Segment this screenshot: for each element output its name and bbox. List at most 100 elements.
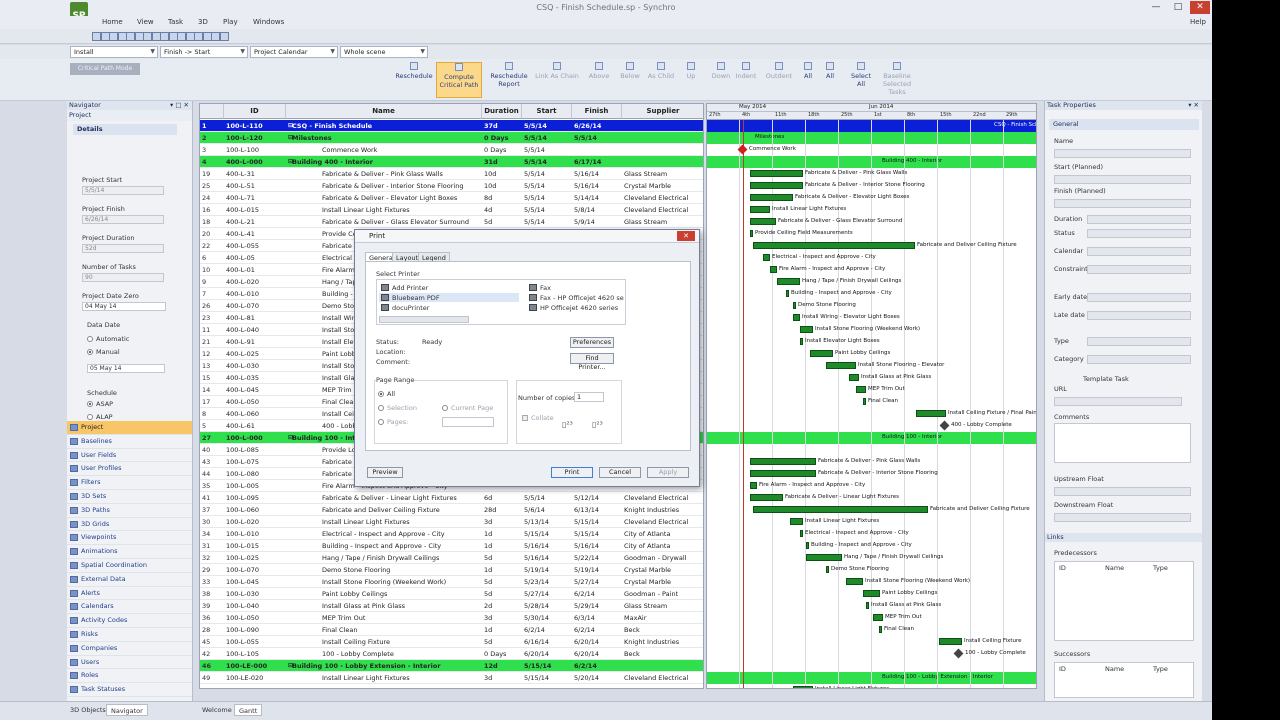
task-bar[interactable]: [753, 242, 915, 249]
collapse-icon[interactable]: ⊟: [288, 120, 294, 132]
collate-checkbox[interactable]: [522, 415, 528, 421]
task-type-combo[interactable]: Install ▼: [70, 46, 158, 58]
asap-radio[interactable]: [87, 401, 93, 407]
tab-gantt[interactable]: Gantt: [234, 704, 263, 716]
scene-combo[interactable]: Whole scene ▼: [340, 46, 428, 58]
table-row[interactable]: 16 400-L-015 Install Linear Light Fixtures…: [200, 204, 703, 216]
url-field[interactable]: [1054, 397, 1182, 406]
ribbon-button-compute-critical-path[interactable]: Compute Critical Path: [436, 62, 482, 98]
ribbon-button-up[interactable]: Up: [678, 62, 704, 98]
task-bar[interactable]: [879, 626, 882, 633]
navigator-item-roles[interactable]: Roles: [67, 669, 192, 684]
table-row[interactable]: 41 100-L-095 Fabricate & Deliver - Linear …: [200, 492, 703, 504]
task-bar[interactable]: [849, 374, 859, 381]
printer-list[interactable]: Add Printer Bluebeam PDF docuPrinter Fax…: [376, 279, 626, 325]
close-icon[interactable]: ✕: [677, 231, 695, 241]
automatic-radio[interactable]: [87, 336, 93, 342]
link-type-combo[interactable]: Finish -> Start ▼: [160, 46, 248, 58]
selection-radio[interactable]: [378, 405, 384, 411]
prop-field-status[interactable]: [1087, 229, 1191, 238]
navigator-item-filters[interactable]: Filters: [67, 476, 192, 490]
task-bar[interactable]: [826, 566, 829, 573]
ribbon-button-reschedule-report[interactable]: Reschedule Report: [488, 62, 530, 98]
navigator-item-baselines[interactable]: Baselines: [67, 435, 192, 449]
preview-button[interactable]: Preview: [367, 467, 403, 478]
table-row[interactable]: 39 100-L-040 Install Glass at Pink Glass 2d…: [200, 600, 703, 612]
navigator-item-3d-grids[interactable]: 3D Grids: [67, 518, 192, 532]
ribbon-button-above[interactable]: Above: [585, 62, 613, 98]
collapse-icon[interactable]: ⊟: [288, 660, 294, 672]
printer-list-scrollbar[interactable]: [379, 316, 469, 323]
task-bar[interactable]: [916, 410, 946, 417]
pin-icon[interactable]: ▾ □ ✕: [170, 101, 192, 110]
cancel-button[interactable]: Cancel: [599, 467, 641, 478]
task-bar[interactable]: [846, 578, 863, 585]
table-row[interactable]: 33 100-L-045 Install Stone Flooring (Weeke…: [200, 576, 703, 588]
task-bar[interactable]: [826, 362, 856, 369]
ribbon-button-all[interactable]: All: [800, 62, 816, 98]
milestone-diamond[interactable]: [953, 648, 964, 659]
comments-field[interactable]: [1054, 423, 1191, 463]
table-row[interactable]: 19 400-L-31 Fabricate & Deliver - Pink Gla…: [200, 168, 703, 180]
maximize-icon[interactable]: □: [1168, 1, 1188, 14]
printer-fax[interactable]: Fax: [540, 284, 551, 292]
milestone-diamond[interactable]: [939, 420, 950, 431]
ribbon-button-below[interactable]: Below: [616, 62, 644, 98]
task-bar[interactable]: [873, 614, 883, 621]
column-header-finish[interactable]: Finish: [572, 104, 622, 119]
table-row[interactable]: 18 400-L-21 Fabricate & Deliver - Glass El…: [200, 216, 703, 228]
details-header[interactable]: Details: [73, 124, 177, 135]
navigator-item-risks[interactable]: Risks: [67, 628, 192, 642]
ribbon-button-all[interactable]: All: [822, 62, 838, 98]
predecessors-table[interactable]: ID Name Type: [1054, 561, 1194, 641]
task-bar[interactable]: [750, 494, 783, 501]
pages-radio[interactable]: [378, 419, 384, 425]
properties-general-header[interactable]: General: [1049, 119, 1199, 130]
printer-bluebeam[interactable]: Bluebeam PDF: [392, 294, 440, 302]
calendar-combo[interactable]: Project Calendar ▼: [250, 46, 338, 58]
task-bar[interactable]: [790, 518, 803, 525]
menu-home[interactable]: Home: [102, 16, 123, 29]
table-row[interactable]: 24 400-L-71 Fabricate & Deliver - Elevator…: [200, 192, 703, 204]
menu-play[interactable]: Play: [223, 16, 238, 29]
task-bar[interactable]: [866, 602, 869, 609]
task-bar[interactable]: [810, 350, 833, 357]
task-bar[interactable]: [750, 458, 816, 465]
task-bar[interactable]: [800, 530, 803, 537]
print-button[interactable]: Print: [551, 467, 593, 478]
prop-field-late-date[interactable]: [1087, 311, 1191, 320]
help-menu[interactable]: Help: [1190, 16, 1206, 29]
tab-welcome[interactable]: Welcome: [198, 704, 236, 716]
task-bar[interactable]: [763, 254, 770, 261]
close-icon[interactable]: ✕: [1190, 1, 1210, 14]
task-bar[interactable]: [806, 542, 809, 549]
navigator-item-animations[interactable]: Animations: [67, 545, 192, 559]
task-bar[interactable]: [800, 338, 803, 345]
table-row[interactable]: 38 100-L-030 Paint Lobby Ceilings 5d 5/27/14…: [200, 588, 703, 600]
table-row[interactable]: 49 100-LE-020 Install Linear Light Fixture…: [200, 672, 703, 684]
task-bar[interactable]: [770, 266, 777, 273]
table-row[interactable]: 42 100-L-105 100 - Lobby Complete 0 Days 6/2…: [200, 648, 703, 660]
table-row[interactable]: 45 100-L-055 Install Ceiling Fixture 5d 6/16…: [200, 636, 703, 648]
navigator-item-spatial-coordination[interactable]: Spatial Coordination: [67, 559, 192, 573]
column-header-supplier[interactable]: Supplier: [622, 104, 703, 119]
tab-navigator[interactable]: Navigator: [106, 704, 148, 716]
task-bar[interactable]: [750, 482, 757, 489]
task-bar[interactable]: [793, 302, 796, 309]
task-bar[interactable]: [939, 638, 962, 645]
table-row[interactable]: 29 100-L-070 Demo Stone Flooring 1d 5/19/14 5…: [200, 564, 703, 576]
task-bar[interactable]: [750, 470, 816, 477]
manual-radio[interactable]: [87, 349, 93, 355]
find-printer-button[interactable]: Find Printer...: [570, 353, 614, 371]
navigator-item-3d-sets[interactable]: 3D Sets: [67, 490, 192, 504]
navigator-item-project[interactable]: Project: [67, 421, 192, 435]
printer-docuprinter[interactable]: docuPrinter: [392, 304, 429, 312]
collapse-icon[interactable]: ⊟: [288, 156, 294, 168]
table-row[interactable]: 31 100-L-015 Building - Inspect and Approv…: [200, 540, 703, 552]
task-bar[interactable]: [750, 206, 770, 213]
menu-3d[interactable]: 3D: [198, 16, 208, 29]
ribbon-button-link-as-chain[interactable]: Link As Chain: [534, 62, 580, 98]
table-row[interactable]: 4 400-L-000 Building 400 - Interior 31d 5/5/…: [200, 156, 703, 168]
pin-icon[interactable]: ▾ ✕: [1188, 101, 1202, 110]
navigator-item-alerts[interactable]: Alerts: [67, 587, 192, 601]
